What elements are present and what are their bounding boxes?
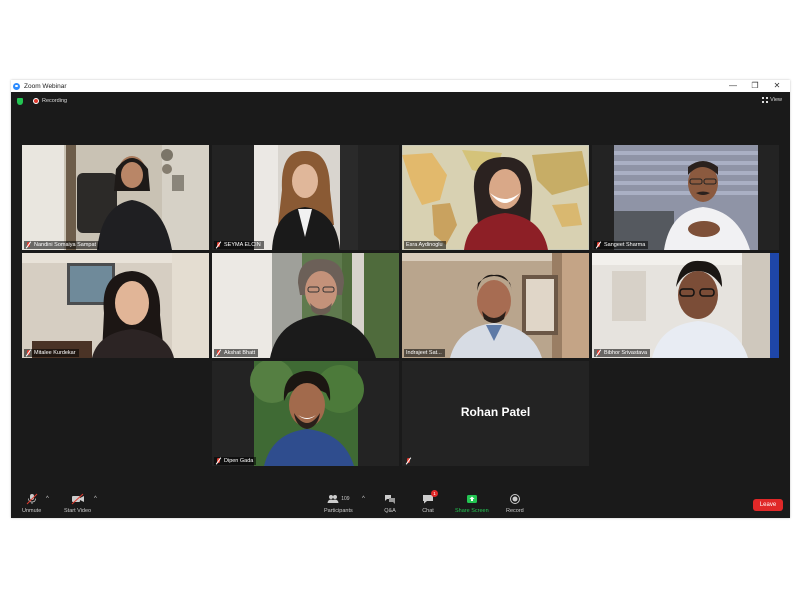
zoom-app-icon <box>13 82 20 90</box>
participant-name-tag: Bibhor Srivastava <box>594 349 651 357</box>
participant-video <box>212 145 399 250</box>
participant-name: Indrajeet Sat... <box>406 350 442 356</box>
participant-video <box>212 253 399 358</box>
encryption-shield-icon[interactable] <box>17 97 23 105</box>
participant-tile[interactable]: SEYMA ELCIN <box>212 145 399 250</box>
muted-mic-icon <box>406 458 411 464</box>
record-icon <box>509 494 520 504</box>
chat-button[interactable]: 1 Chat <box>422 490 438 514</box>
participants-label: Participants <box>324 508 353 514</box>
gallery-grid-icon <box>762 97 769 103</box>
participant-name-tag: Indrajeet Sat... <box>404 349 445 357</box>
participant-tile-video-off[interactable]: Rohan Patel <box>402 361 589 466</box>
muted-mic-icon <box>216 350 221 356</box>
unmute-label: Unmute <box>22 508 42 514</box>
muted-mic-icon <box>26 242 31 248</box>
participant-name-tag: Sangeet Sharma <box>594 241 649 249</box>
record-button[interactable]: Record <box>506 493 524 514</box>
participant-tile[interactable]: Mitalee Kurdekar <box>22 253 209 358</box>
participant-name: Akshat Bhatt <box>224 350 256 356</box>
video-options-caret-icon[interactable]: ^ <box>94 496 97 502</box>
participant-video <box>22 253 209 358</box>
muted-mic-icon <box>596 350 601 356</box>
qa-label: Q&A <box>384 508 396 514</box>
share-screen-label: Share Screen <box>455 508 489 514</box>
participant-name: Sangeet Sharma <box>604 242 646 248</box>
video-off-icon <box>71 493 84 505</box>
participant-video <box>592 145 779 250</box>
share-screen-button[interactable]: Share Screen <box>455 493 489 514</box>
chat-unread-badge: 1 <box>431 490 438 497</box>
view-button[interactable]: View <box>762 97 782 103</box>
participants-options-caret-icon[interactable]: ^ <box>362 496 365 502</box>
meeting-control-bar: Unmute ^ Start Video ^ 109 Participants … <box>11 484 790 518</box>
muted-mic-icon <box>596 242 601 248</box>
participant-name: Esra Aydinoglu <box>406 242 443 248</box>
restore-icon[interactable]: ❐ <box>744 80 766 92</box>
participant-name: Nandini Somaiya Sampat <box>34 242 97 248</box>
recording-label: Recording <box>42 98 68 104</box>
minimize-icon[interactable]: — <box>722 80 744 92</box>
close-icon[interactable]: ✕ <box>766 80 788 92</box>
participant-display-name: Rohan Patel <box>460 405 531 419</box>
participant-name-tag: Akshat Bhatt <box>214 349 259 357</box>
participant-video <box>402 253 589 358</box>
leave-button[interactable]: Leave <box>753 499 783 511</box>
participant-tile-active-speaker[interactable]: Esra Aydinoglu <box>402 145 589 250</box>
participant-name-tag: Dipen Gada <box>214 457 257 465</box>
window-controls: — ❐ ✕ <box>722 80 788 92</box>
participant-name-tag <box>404 457 417 465</box>
participant-name: Mitalee Kurdekar <box>34 350 76 356</box>
start-video-label: Start Video <box>64 508 92 514</box>
qa-button[interactable]: Q&A <box>384 493 396 514</box>
share-screen-icon <box>466 495 477 503</box>
participant-name-tag: SEYMA ELCIN <box>214 241 264 249</box>
muted-microphone-icon <box>26 493 37 505</box>
participant-name-tag: Esra Aydinoglu <box>404 241 446 249</box>
participants-button[interactable]: 109 Participants <box>324 493 353 514</box>
participant-name: Dipen Gada <box>224 458 254 464</box>
participant-tile[interactable]: Indrajeet Sat... <box>402 253 589 358</box>
record-label: Record <box>506 508 524 514</box>
qa-icon <box>385 495 395 504</box>
participants-count: 109 <box>341 496 350 502</box>
participant-video <box>212 361 399 466</box>
participant-name-tag: Mitalee Kurdekar <box>24 349 79 357</box>
participant-video <box>402 145 589 250</box>
unmute-button[interactable]: Unmute <box>22 493 41 514</box>
participant-tile[interactable]: Dipen Gada <box>212 361 399 466</box>
start-video-button[interactable]: Start Video <box>64 493 91 514</box>
muted-mic-icon <box>216 458 221 464</box>
window-title: Zoom Webinar <box>24 82 67 90</box>
muted-mic-icon <box>216 242 221 248</box>
recording-icon <box>33 98 39 104</box>
participant-tile[interactable]: Akshat Bhatt <box>212 253 399 358</box>
participant-tile[interactable]: Bibhor Srivastava <box>592 253 779 358</box>
participant-video <box>22 145 209 250</box>
participant-video <box>592 253 779 358</box>
view-label: View <box>770 97 782 103</box>
participant-tile[interactable]: Nandini Somaiya Sampat <box>22 145 209 250</box>
participant-name-tag: Nandini Somaiya Sampat <box>24 241 100 249</box>
participant-tile[interactable]: Sangeet Sharma <box>592 145 779 250</box>
title-bar: Zoom Webinar — ❐ ✕ <box>11 80 790 92</box>
participant-name: Bibhor Srivastava <box>604 350 648 356</box>
zoom-window: Zoom Webinar — ❐ ✕ Recording View Nandin… <box>11 80 790 518</box>
participant-name: SEYMA ELCIN <box>224 242 261 248</box>
chat-label: Chat <box>422 508 434 514</box>
audio-options-caret-icon[interactable]: ^ <box>46 496 49 502</box>
muted-mic-icon <box>26 350 31 356</box>
meeting-top-bar: Recording View <box>11 92 790 110</box>
participants-icon <box>327 495 339 503</box>
